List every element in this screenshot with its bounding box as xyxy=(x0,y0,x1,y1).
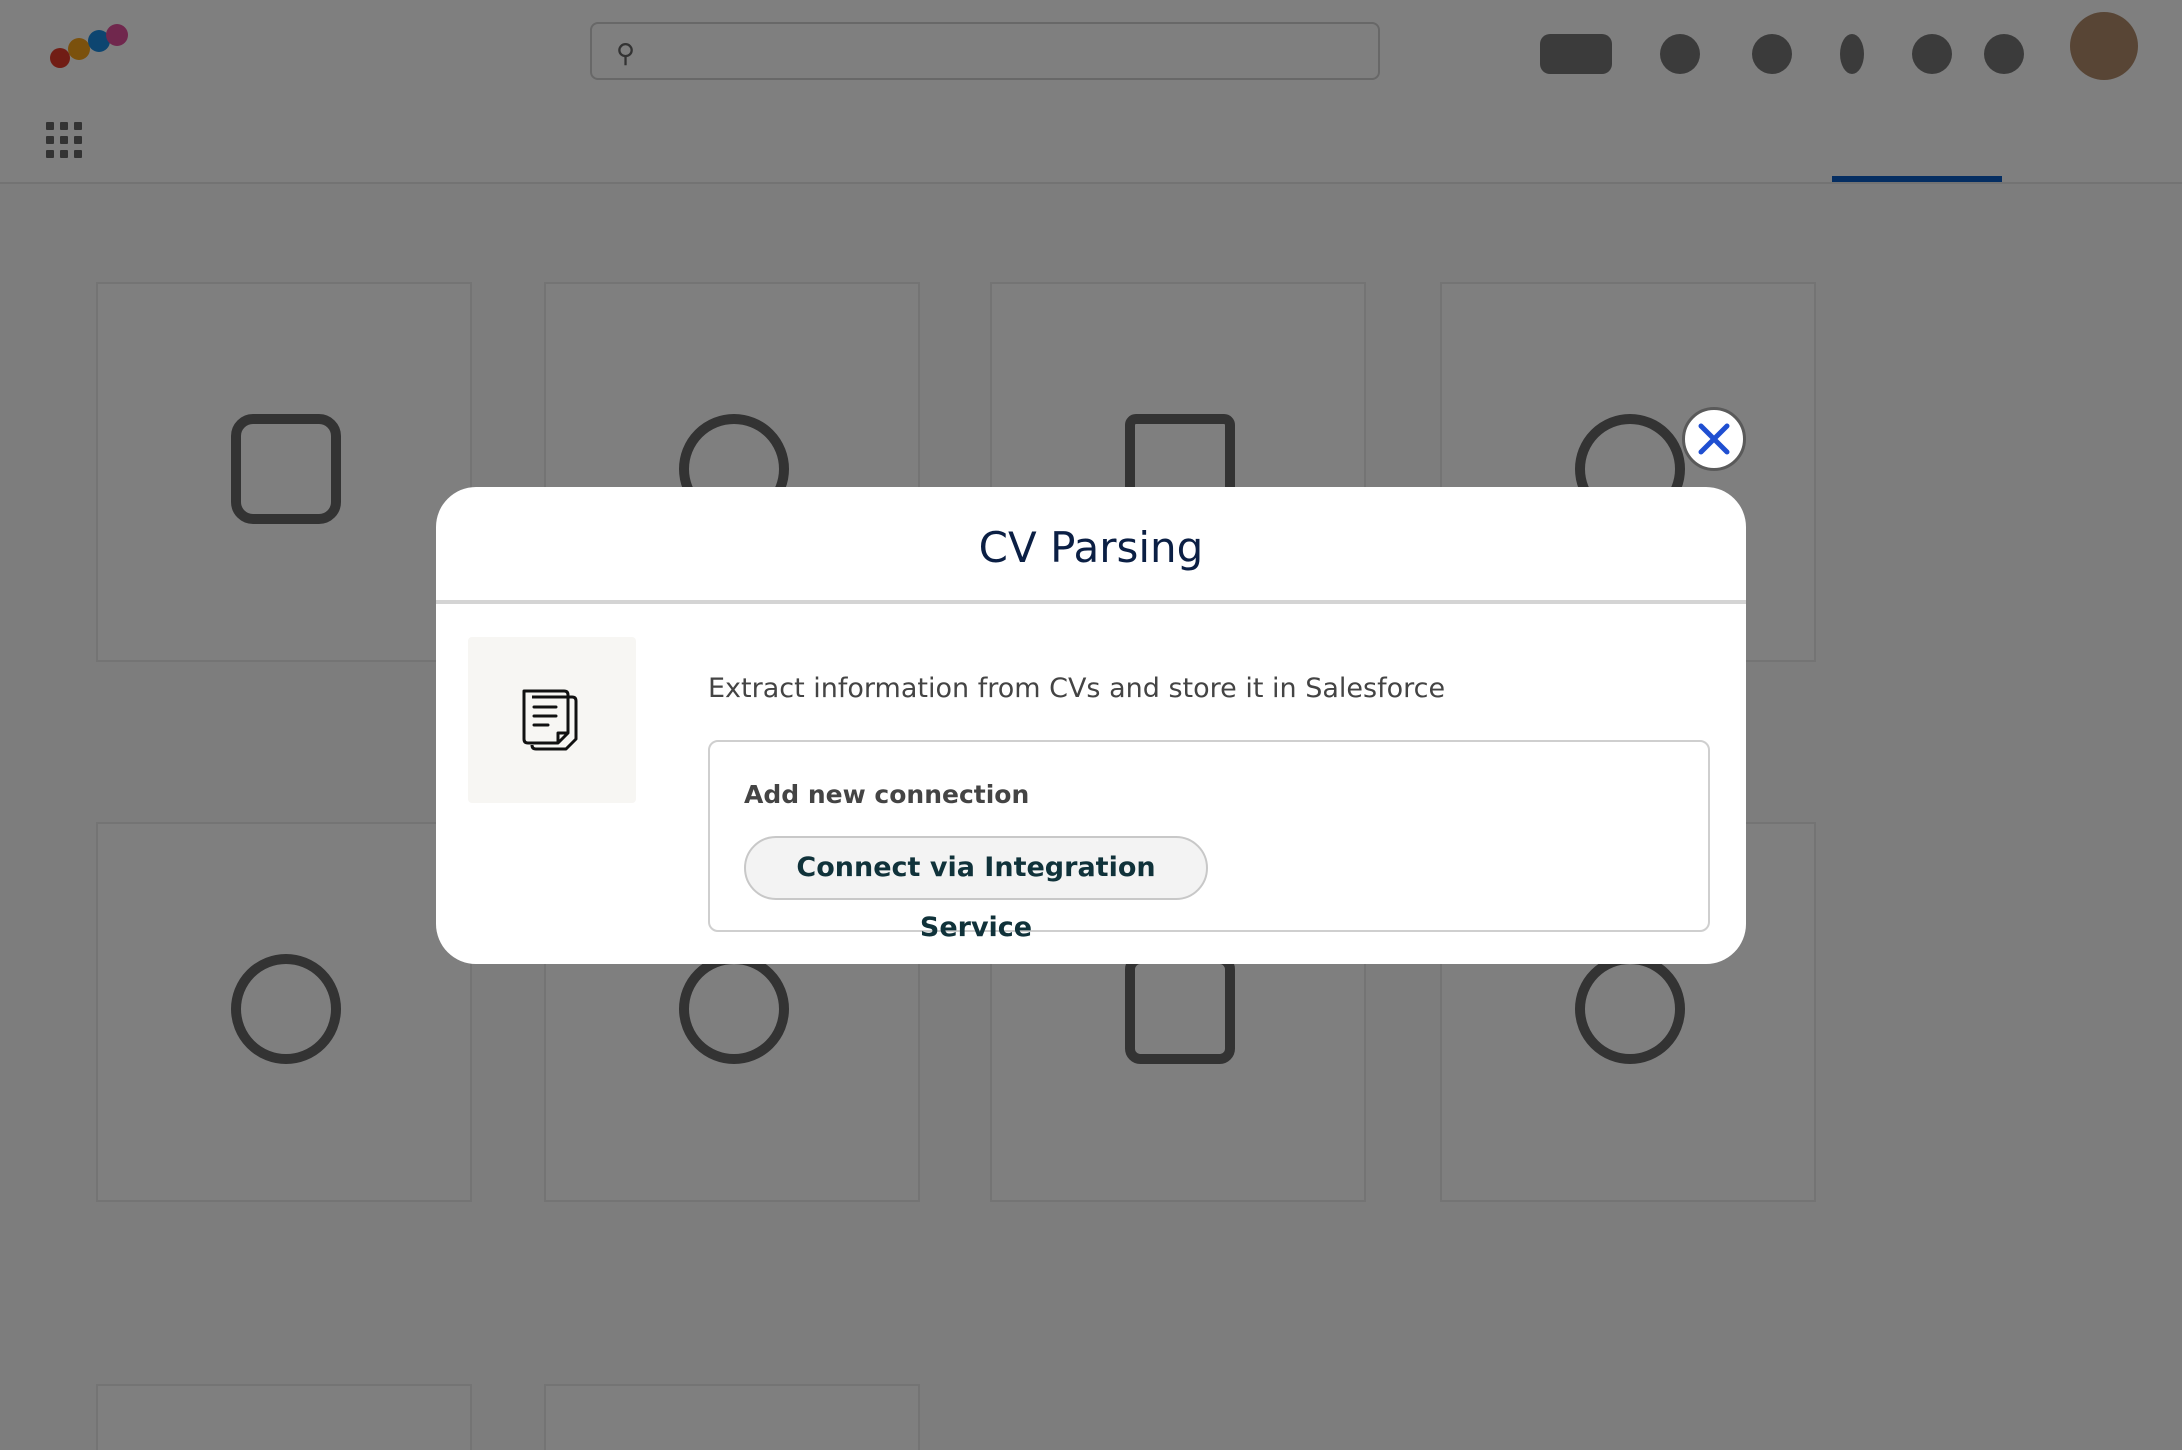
connect-integration-service-button[interactable]: Connect via Integration Service xyxy=(744,836,1208,943)
cv-parsing-modal: CV Parsing Extract information from CVs … xyxy=(436,487,1746,964)
integration-logo xyxy=(468,637,636,803)
document-icon xyxy=(522,689,578,751)
integration-description: Extract information from CVs and store i… xyxy=(708,673,1446,704)
modal-title: CV Parsing xyxy=(978,523,1204,572)
connection-heading: Add new connection xyxy=(744,780,1030,809)
close-modal-button[interactable] xyxy=(1682,407,1746,471)
close-icon xyxy=(1698,423,1730,455)
new-connection-panel: Add new connection Connect via Integrati… xyxy=(708,740,1710,943)
modal-header: CV Parsing xyxy=(436,487,1746,604)
